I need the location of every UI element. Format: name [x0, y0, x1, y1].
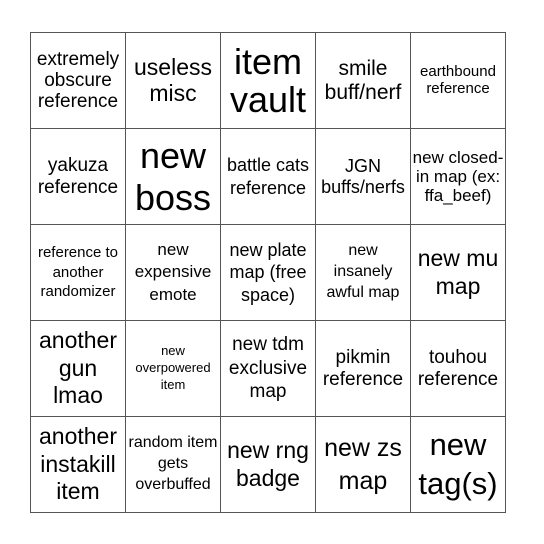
bingo-cell[interactable]: reference to another randomizer: [30, 224, 126, 321]
bingo-row: another instakill item random item gets …: [30, 416, 506, 513]
bingo-row: another gun lmao new overpowered item ne…: [30, 320, 506, 417]
bingo-cell[interactable]: another gun lmao: [30, 320, 126, 417]
bingo-cell[interactable]: new tdm exclusive map: [220, 320, 316, 417]
bingo-cell[interactable]: touhou reference: [410, 320, 506, 417]
bingo-cell[interactable]: new closed-in map (ex: ffa_beef): [410, 128, 506, 225]
bingo-cell[interactable]: JGN buffs/nerfs: [315, 128, 411, 225]
bingo-cell[interactable]: smile buff/nerf: [315, 32, 411, 129]
bingo-cell[interactable]: earthbound reference: [410, 32, 506, 129]
bingo-cell[interactable]: useless misc: [125, 32, 221, 129]
bingo-cell[interactable]: battle cats reference: [220, 128, 316, 225]
bingo-cell[interactable]: new expensive emote: [125, 224, 221, 321]
bingo-cell[interactable]: yakuza reference: [30, 128, 126, 225]
bingo-cell[interactable]: new mu map: [410, 224, 506, 321]
bingo-cell[interactable]: extremely obscure reference: [30, 32, 126, 129]
bingo-cell[interactable]: new insanely awful map: [315, 224, 411, 321]
bingo-row: extremely obscure reference useless misc…: [30, 32, 506, 129]
bingo-cell[interactable]: another instakill item: [30, 416, 126, 513]
bingo-cell[interactable]: new overpowered item: [125, 320, 221, 417]
bingo-cell[interactable]: new tag(s): [410, 416, 506, 513]
bingo-cell[interactable]: item vault: [220, 32, 316, 129]
bingo-cell[interactable]: new zs map: [315, 416, 411, 513]
bingo-cell[interactable]: random item gets overbuffed: [125, 416, 221, 513]
bingo-cell[interactable]: pikmin reference: [315, 320, 411, 417]
bingo-cell[interactable]: new plate map (free space): [220, 224, 316, 321]
bingo-cell[interactable]: new boss: [125, 128, 221, 225]
bingo-row: yakuza reference new boss battle cats re…: [30, 128, 506, 225]
bingo-cell[interactable]: new rng badge: [220, 416, 316, 513]
bingo-card: extremely obscure reference useless misc…: [30, 32, 506, 513]
bingo-row: reference to another randomizer new expe…: [30, 224, 506, 321]
